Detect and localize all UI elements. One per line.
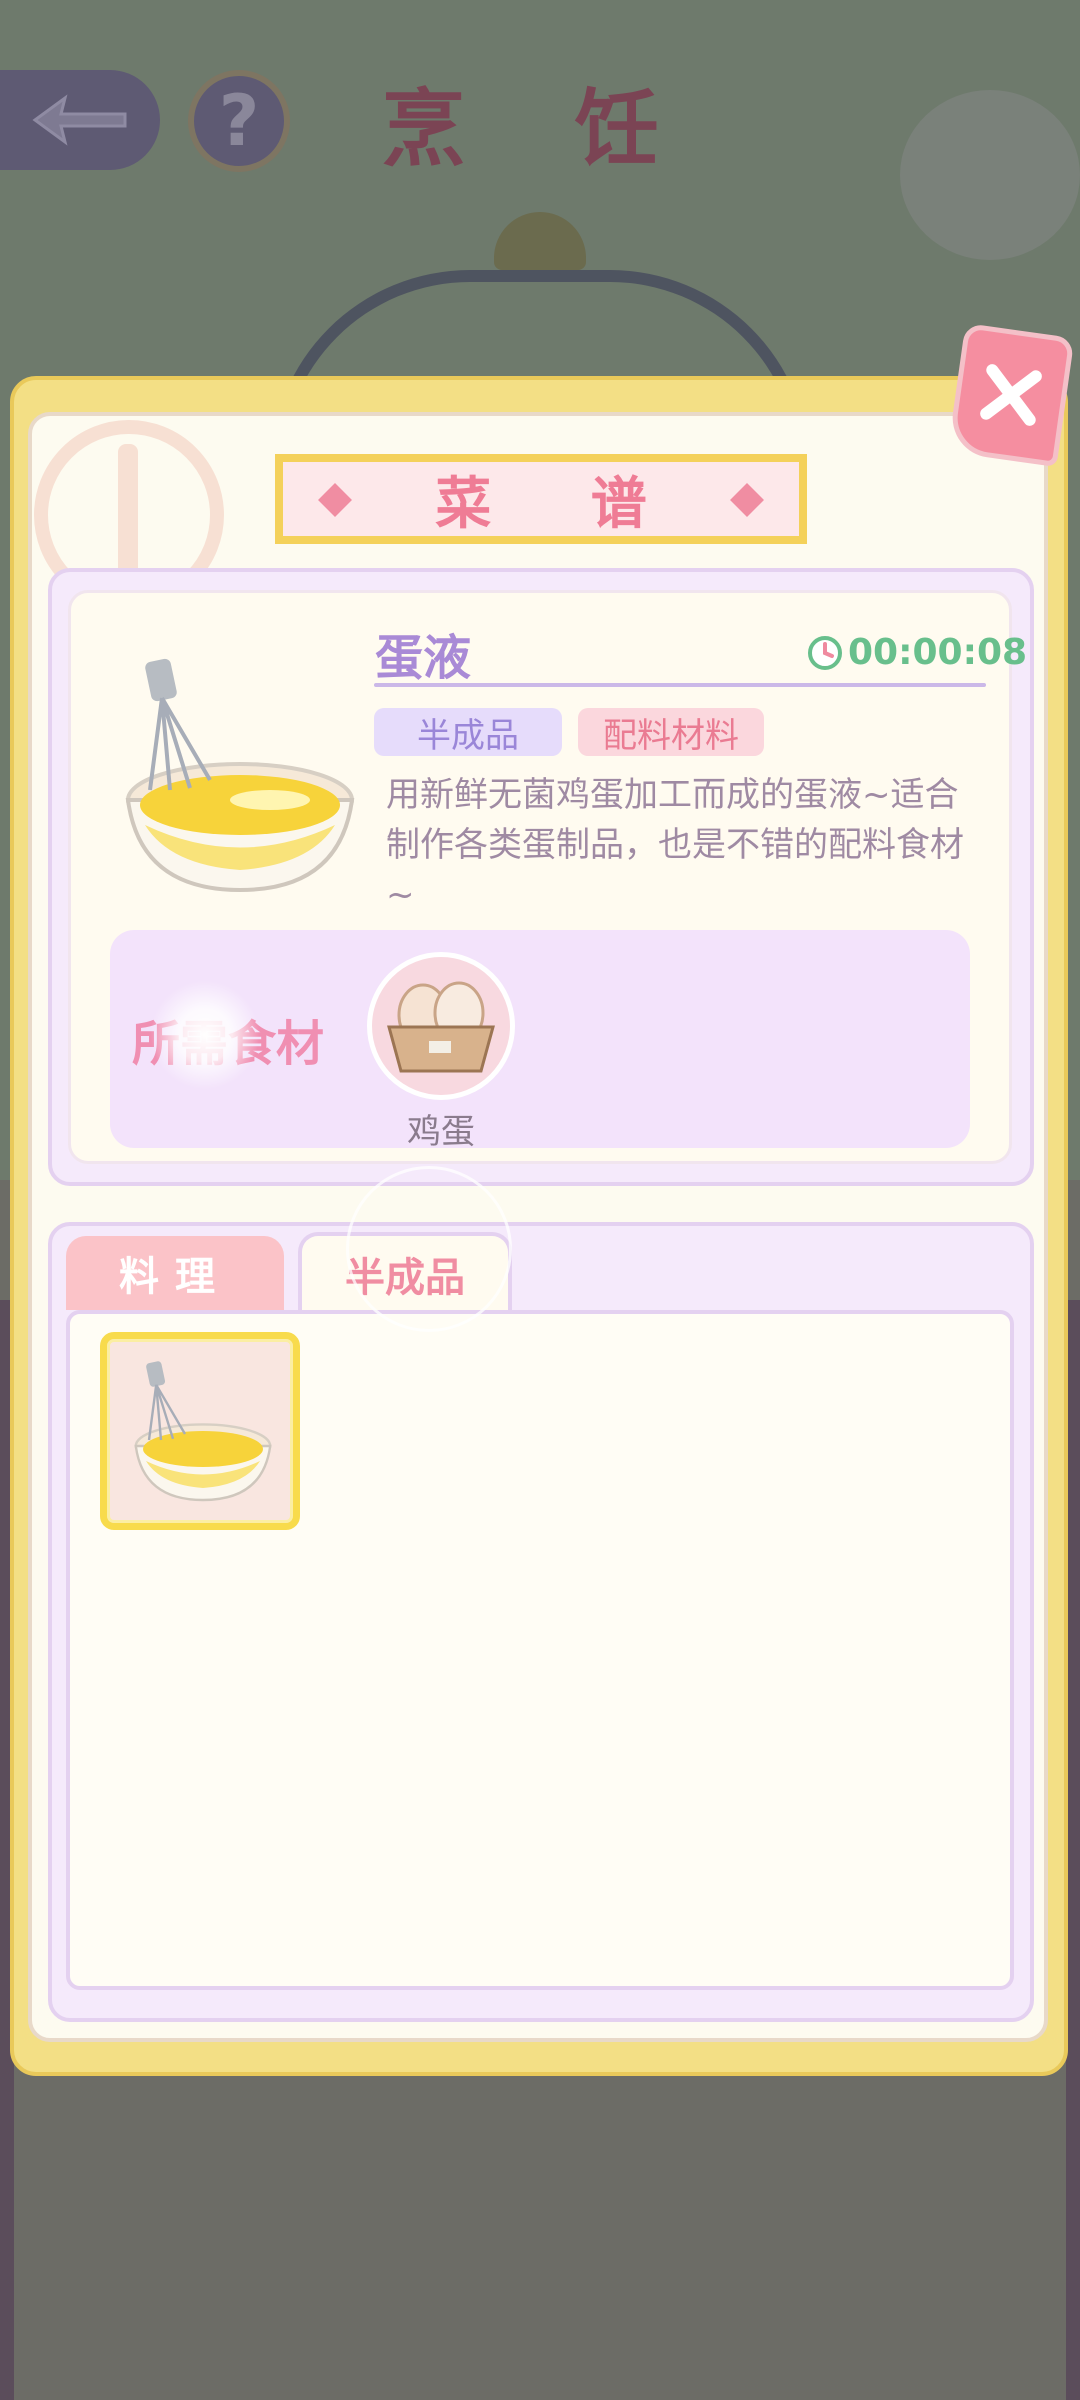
cook-time: 00:00:08 [848,632,1028,673]
egg-liquid-bowl-icon [134,1361,272,1502]
dialog-title-banner: 菜 谱 [275,454,807,544]
page-title: 烹 饪 [381,80,699,178]
dish-name: 蛋液 [375,630,472,686]
egg-liquid-bowl-icon [125,658,355,893]
tap-ring-effect [346,1166,512,1332]
name-divider [374,683,986,687]
clock-icon [808,635,842,670]
ingredient-name: 鸡蛋 [407,1112,475,1152]
scene-right-edge [1066,1300,1080,2400]
ingredient-item[interactable]: 鸡蛋 [364,952,518,1153]
tag-semi-finished: 半成品 [374,708,562,756]
recipe-item-slot[interactable] [100,1332,300,1530]
cook-timer: 00:00:08 [806,632,1027,673]
dialog-title: 菜 谱 [435,471,687,537]
ingredient-icon-frame [367,952,515,1100]
tag-ingredient-material: 配料材料 [578,708,764,756]
dish-description: 用新鲜无菌鸡蛋加工而成的蛋液~适合制作各类蛋制品，也是不错的配料食材~ [386,775,964,915]
close-button[interactable] [947,322,1075,468]
sparkle-effect [150,980,260,1090]
close-icon [980,364,1042,426]
eggs-carton-icon [387,981,495,1073]
tab-cuisine[interactable]: 料理 [66,1236,284,1310]
